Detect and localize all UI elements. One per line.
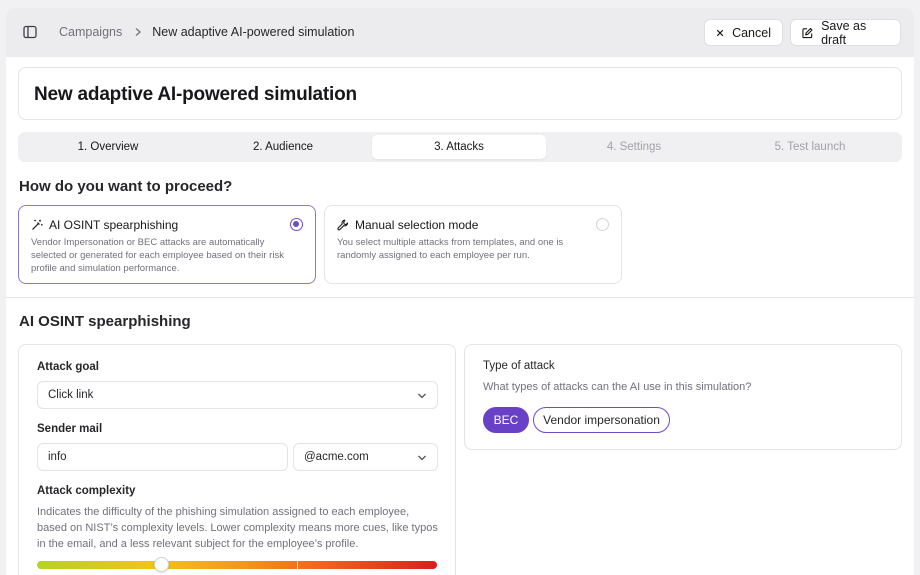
attack-goal-select[interactable]: Click link xyxy=(37,381,438,409)
sidebar-toggle-icon[interactable] xyxy=(22,24,38,40)
breadcrumb-campaigns-link[interactable]: Campaigns xyxy=(59,25,122,39)
sender-mail-value: info xyxy=(48,451,67,463)
cancel-button[interactable]: Cancel xyxy=(704,19,783,46)
edit-icon xyxy=(802,27,813,38)
chevron-right-icon xyxy=(135,28,142,36)
save-as-draft-label: Save as draft xyxy=(821,18,867,47)
slider-thumb[interactable] xyxy=(153,557,169,572)
radio-unselected[interactable] xyxy=(596,218,609,231)
mode-option-description: Vendor Impersonation or BEC attacks are … xyxy=(31,237,284,274)
mode-option-manual[interactable]: Manual selection mode You select multipl… xyxy=(324,205,622,284)
step-attacks[interactable]: 3. Attacks xyxy=(372,135,546,159)
campaign-title: New adaptive AI-powered simulation xyxy=(34,84,357,105)
slider-tick xyxy=(297,561,298,569)
stepper: 1. Overview 2. Audience 3. Attacks 4. Se… xyxy=(18,132,902,162)
section-title: AI OSINT spearphishing xyxy=(19,313,191,330)
radio-selected[interactable] xyxy=(290,218,303,231)
complexity-slider[interactable] xyxy=(37,557,437,572)
mode-option-description: You select multiple attacks from templat… xyxy=(337,237,564,261)
step-settings: 4. Settings xyxy=(606,141,662,153)
sender-domain-select[interactable]: @acme.com xyxy=(293,443,438,471)
wrench-icon xyxy=(337,219,349,231)
mode-option-title: Manual selection mode xyxy=(355,218,479,232)
attack-complexity-label: Attack complexity xyxy=(37,485,136,497)
step-audience[interactable]: 2. Audience xyxy=(196,135,370,159)
save-as-draft-button[interactable]: Save as draft xyxy=(790,18,901,47)
section-divider xyxy=(6,297,914,298)
mode-option-title: AI OSINT spearphishing xyxy=(49,218,179,232)
chevron-down-icon xyxy=(418,455,426,461)
type-of-attack-label: Type of attack xyxy=(483,360,555,372)
sender-mail-label: Sender mail xyxy=(37,423,103,435)
step-overview[interactable]: 1. Overview xyxy=(21,135,195,159)
cancel-button-label: Cancel xyxy=(732,25,771,40)
attack-config-panel: Attack goal Click link Sender mail info … xyxy=(18,344,456,575)
close-icon xyxy=(716,29,724,36)
attack-type-chip-bec[interactable]: BEC xyxy=(483,407,529,433)
attack-type-chip-vendor-impersonation[interactable]: Vendor impersonation xyxy=(533,407,670,433)
attack-goal-value: Click link xyxy=(48,389,94,401)
breadcrumb: Campaigns New adaptive AI-powered simula… xyxy=(59,25,354,39)
sender-mail-input[interactable]: info xyxy=(37,443,288,471)
campaign-title-field[interactable]: New adaptive AI-powered simulation xyxy=(18,67,902,120)
magic-wand-icon xyxy=(32,219,43,230)
step-test-launch: 5. Test launch xyxy=(774,141,846,153)
proceed-question: How do you want to proceed? xyxy=(19,178,233,195)
type-of-attack-question: What types of attacks can the AI use in … xyxy=(483,381,752,393)
attack-complexity-description: Indicates the difficulty of the phishing… xyxy=(37,506,438,550)
mode-option-ai-osint[interactable]: AI OSINT spearphishing Vendor Impersonat… xyxy=(18,205,316,284)
chevron-down-icon xyxy=(418,393,426,399)
sender-domain-value: @acme.com xyxy=(304,451,369,463)
top-bar: Campaigns New adaptive AI-powered simula… xyxy=(6,8,914,57)
main-content: New adaptive AI-powered simulation 1. Ov… xyxy=(6,57,914,575)
type-of-attack-panel: Type of attack What types of attacks can… xyxy=(464,344,902,450)
breadcrumb-current: New adaptive AI-powered simulation xyxy=(152,25,355,39)
attack-goal-label: Attack goal xyxy=(37,361,99,373)
